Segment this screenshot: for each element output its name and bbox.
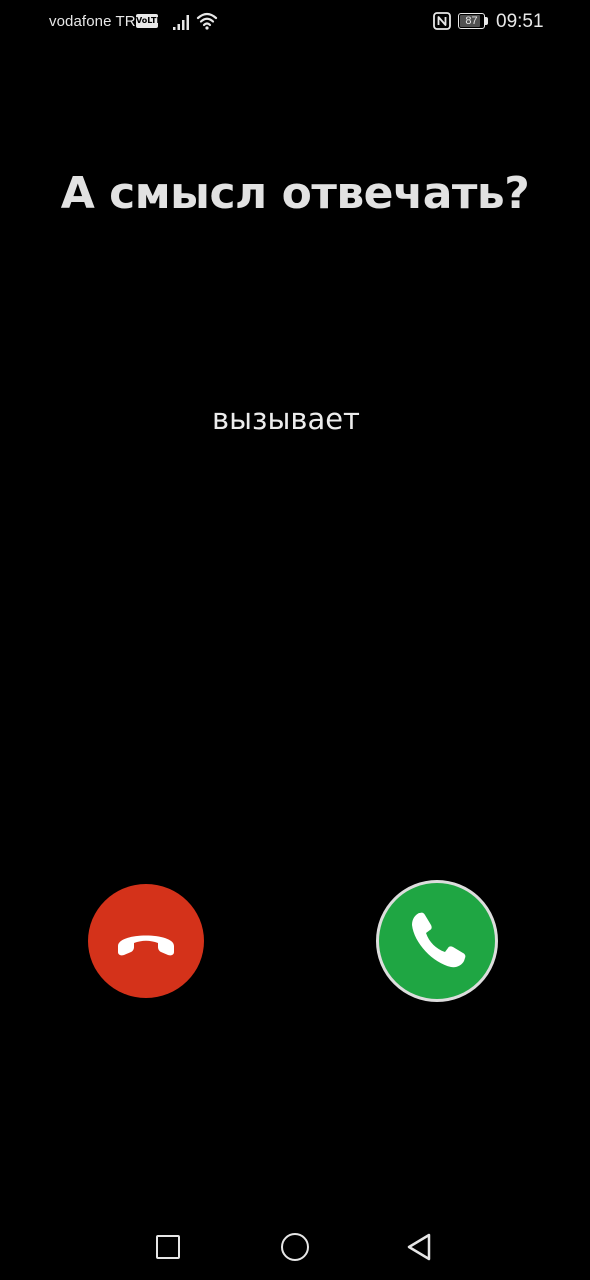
signal-icon	[173, 15, 189, 30]
wifi-icon	[196, 12, 218, 30]
status-clock: 09:51	[496, 11, 544, 32]
battery-level: 87	[465, 15, 478, 27]
answer-call-button[interactable]	[376, 880, 498, 1002]
phone-icon	[412, 912, 466, 968]
decline-call-button[interactable]	[88, 884, 204, 998]
home-button[interactable]	[281, 1233, 309, 1261]
carrier-name: vodafone TR	[49, 13, 136, 30]
phone-hangup-icon	[118, 935, 174, 956]
back-button[interactable]	[405, 1232, 433, 1262]
nfc-icon	[433, 12, 451, 30]
volte-badge: VoLTE	[136, 14, 162, 28]
meme-caption: А смысл отвечать?	[60, 168, 530, 219]
battery-icon: 87	[458, 13, 488, 29]
call-status-text: вызывает	[212, 402, 360, 436]
status-bar: vodafone TR VoLTE 87 09:51	[0, 0, 590, 44]
recent-apps-button[interactable]	[156, 1235, 180, 1259]
